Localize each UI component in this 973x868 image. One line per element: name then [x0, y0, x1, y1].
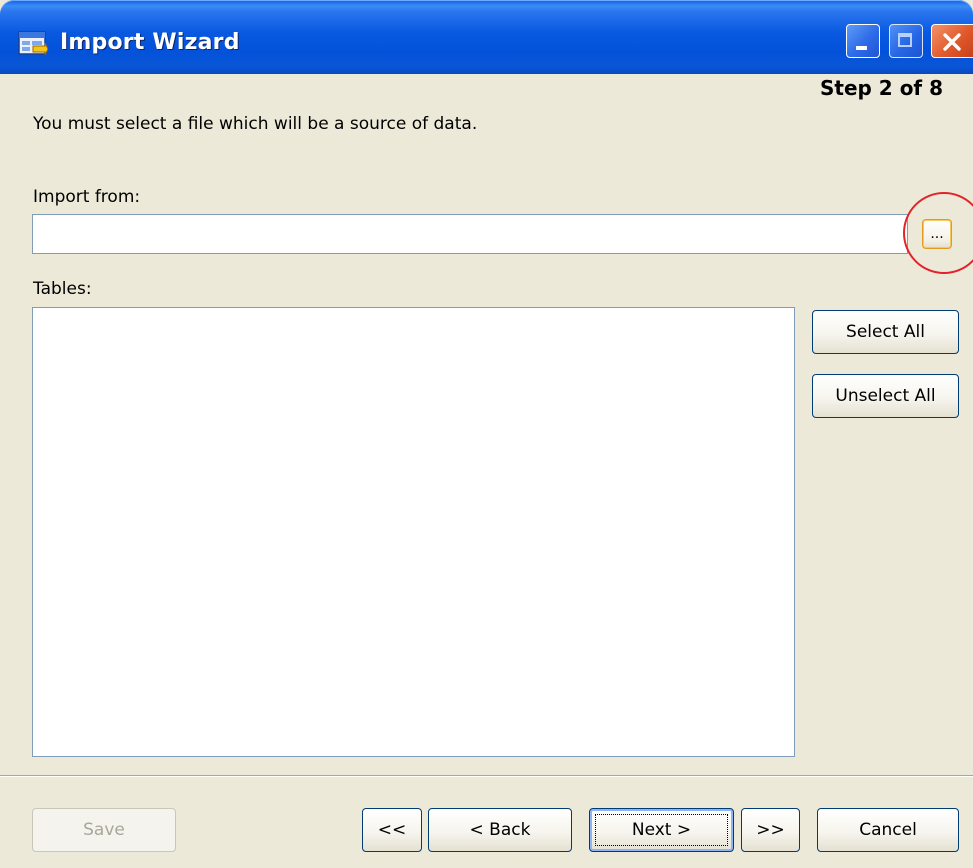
back-button[interactable]: < Back [428, 808, 572, 852]
unselect-all-button[interactable]: Unselect All [812, 374, 959, 418]
footer-separator [0, 775, 973, 777]
last-step-button[interactable]: >> [741, 808, 800, 852]
tables-label: Tables: [33, 279, 92, 299]
select-all-button[interactable]: Select All [812, 310, 959, 354]
minimize-button[interactable] [846, 24, 880, 58]
wizard-app-icon [18, 31, 48, 56]
first-step-button[interactable]: << [362, 808, 422, 852]
save-button[interactable]: Save [32, 808, 176, 852]
step-indicator: Step 2 of 8 [820, 76, 944, 100]
title-bar[interactable]: Import Wizard [0, 0, 973, 74]
cancel-button[interactable]: Cancel [817, 808, 959, 852]
browse-button[interactable]: ... [922, 219, 952, 249]
tables-list[interactable] [32, 307, 795, 757]
maximize-button[interactable] [889, 24, 923, 58]
maximize-icon [898, 33, 912, 47]
next-button[interactable]: Next > [589, 808, 734, 852]
instruction-text: You must select a file which will be a s… [33, 114, 478, 134]
import-from-label: Import from: [33, 187, 141, 207]
next-button-label: Next > [631, 820, 692, 840]
import-wizard-window: Import Wizard Step 2 of 8 You must selec… [0, 0, 973, 868]
close-button[interactable] [931, 24, 973, 58]
close-icon [943, 33, 961, 51]
minimize-icon [856, 46, 867, 50]
import-from-input[interactable] [32, 214, 908, 254]
window-title: Import Wizard [60, 30, 240, 55]
